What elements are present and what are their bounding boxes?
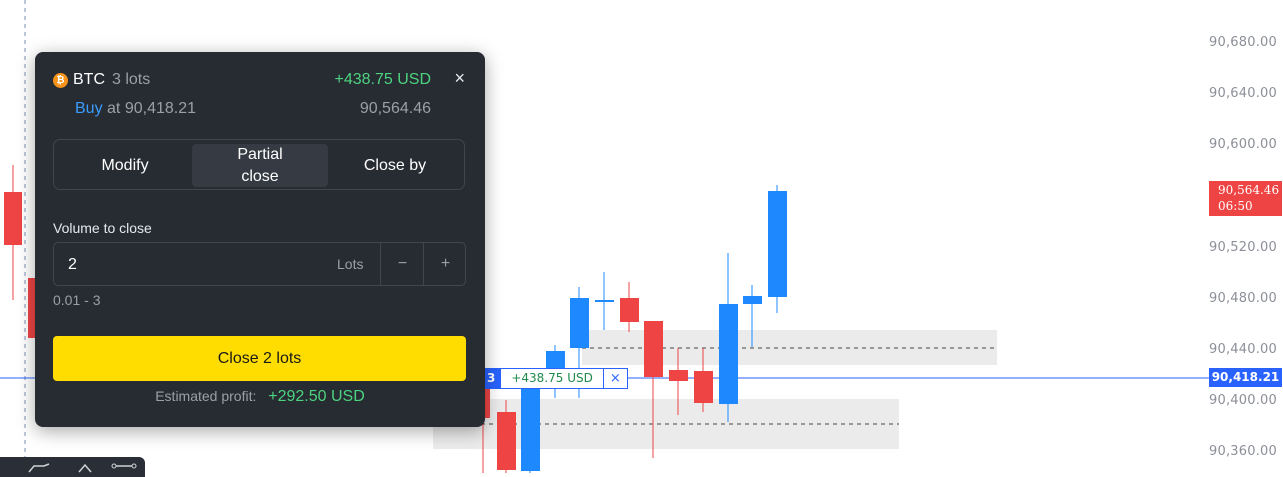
entry-price-text: at 90,418.21 [107, 100, 196, 117]
triangle-tool-icon[interactable] [78, 463, 92, 473]
entry-info: Buy at 90,418.21 [75, 100, 196, 118]
candle [570, 298, 589, 348]
estimated-profit-value: +292.50 USD [268, 388, 365, 405]
volume-label: Volume to close [53, 220, 152, 236]
symbol: BTC [73, 71, 105, 88]
price-axis-label: 90,600.00 [1209, 137, 1277, 152]
candle [595, 300, 614, 302]
estimated-profit-label: Estimated profit: [155, 388, 257, 404]
current-price-badge: 90,564.46 06:50 [1209, 181, 1282, 216]
candle [669, 370, 688, 381]
position-header: ₿ BTC 3 lots [53, 71, 150, 89]
price-axis-label: 90,440.00 [1209, 342, 1277, 357]
price-axis-label: 90,360.00 [1209, 444, 1277, 459]
close-icon[interactable]: × [454, 68, 465, 89]
candle [620, 298, 639, 322]
candle [521, 386, 540, 471]
close-lots-button[interactable]: Close 2 lots [53, 336, 466, 381]
tab-close-by[interactable]: Close by [328, 144, 462, 187]
position-pl: +438.75 USD [500, 368, 604, 389]
candle [719, 304, 738, 404]
volume-field: Lots − + [53, 242, 467, 287]
price-axis-label: 90,400.00 [1209, 393, 1277, 408]
candle [743, 296, 762, 304]
price-axis-label: 90,480.00 [1209, 291, 1277, 306]
price-axis-label: 90,680.00 [1209, 35, 1277, 50]
price-axis-label: 90,520.00 [1209, 240, 1277, 255]
bitcoin-icon: ₿ [53, 72, 68, 88]
volume-unit: Lots [337, 256, 364, 272]
entry-price-badge: 90,418.21 [1209, 368, 1282, 387]
increase-volume-button[interactable]: + [423, 243, 467, 285]
tab-partial-close[interactable]: Partial close [192, 144, 328, 187]
candle [644, 321, 663, 377]
rectangle-tool-icon[interactable] [28, 463, 50, 473]
price-axis-label: 90,640.00 [1209, 86, 1277, 101]
drawing-toolbar [0, 457, 145, 477]
action-tabs: Modify Partial close Close by [53, 139, 465, 190]
close-position-icon[interactable]: × [603, 368, 628, 389]
candle [4, 192, 22, 245]
candle [694, 371, 713, 403]
candle [768, 191, 787, 297]
side-label: Buy [75, 100, 103, 117]
position-profit: +438.75 USD [334, 71, 431, 88]
tab-modify[interactable]: Modify [58, 144, 192, 187]
countdown: 06:50 [1218, 199, 1253, 213]
volume-range: 0.01 - 3 [53, 292, 101, 308]
candle [497, 412, 516, 470]
current-price: 90,564.46 [359, 100, 431, 117]
decrease-volume-button[interactable]: − [380, 243, 424, 285]
lots-count: 3 lots [112, 71, 151, 88]
position-panel: ₿ BTC 3 lots +438.75 USD × Buy at 90,418… [35, 52, 485, 427]
position-tag[interactable]: 3 +438.75 USD × [482, 368, 628, 389]
path-tool-icon[interactable] [110, 463, 138, 473]
estimated-profit: Estimated profit: +292.50 USD [35, 388, 485, 406]
